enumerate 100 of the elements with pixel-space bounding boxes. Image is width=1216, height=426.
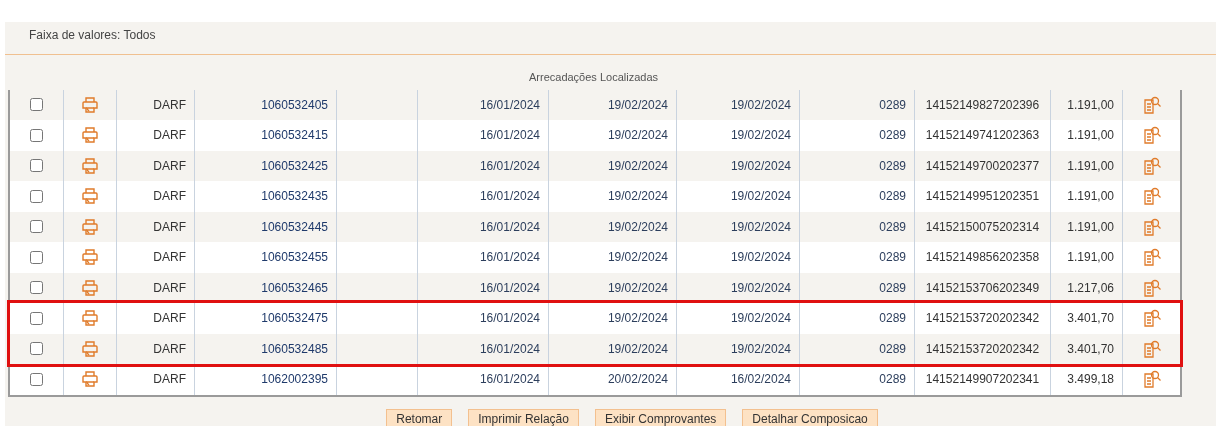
table-cell-text: 1.191,00 — [1067, 249, 1114, 267]
row-checkbox[interactable] — [30, 189, 43, 203]
table-cell-text: 3.401,70 — [1067, 310, 1114, 328]
table-cell-text: 0289 — [879, 218, 906, 236]
document-search-icon[interactable] — [1141, 216, 1162, 237]
table-cell-text: 0289 — [879, 371, 906, 389]
table-cell-text: 3.401,70 — [1067, 340, 1114, 358]
document-search-icon[interactable] — [1141, 94, 1162, 115]
table-cell-text: DARF — [153, 96, 186, 114]
document-search-icon[interactable] — [1141, 338, 1162, 359]
row-checkbox[interactable] — [30, 128, 43, 142]
table-cell-text: 19/02/2024 — [607, 218, 668, 236]
table-cell-text: 16/02/2024 — [730, 371, 791, 389]
table-cell-text: 0289 — [879, 157, 906, 175]
table-cell-text: 16/01/2024 — [479, 279, 540, 297]
filter-summary: Faixa de valores: Todos — [29, 28, 156, 42]
row-checkbox[interactable] — [30, 372, 43, 386]
document-search-icon[interactable] — [1141, 186, 1162, 207]
table-cell-text: 20/02/2024 — [607, 371, 668, 389]
table-cell-text: 19/02/2024 — [607, 340, 668, 358]
table-cell-text: 14152150075202314 — [925, 218, 1040, 236]
table-cell-text: DARF — [153, 157, 186, 175]
table-cell-text: 16/01/2024 — [479, 218, 540, 236]
table-cell-text: 1060532415 — [261, 127, 328, 145]
table-cell-text: DARF — [153, 218, 186, 236]
table-cell-text: 1.191,00 — [1067, 96, 1114, 114]
table-cell-text: 16/01/2024 — [479, 188, 540, 206]
table-title: Arrecadações Localizadas — [529, 70, 658, 85]
action-button[interactable]: Retomar — [386, 408, 453, 426]
table-cell-text: 19/02/2024 — [607, 127, 668, 145]
document-search-icon[interactable] — [1141, 125, 1162, 146]
table-cell-text: 19/02/2024 — [730, 249, 791, 267]
table-cell-text: DARF — [153, 371, 186, 389]
row-checkbox[interactable] — [30, 220, 43, 234]
table-cell-text: 1060532485 — [261, 340, 328, 358]
table-cell-text: DARF — [153, 249, 186, 267]
row-checkbox[interactable] — [30, 281, 43, 295]
table-cell-text: DARF — [153, 279, 186, 297]
table-cell-text: 14152149907202341 — [925, 371, 1040, 389]
table-cell-text: 19/02/2024 — [607, 279, 668, 297]
table-cell-text: DARF — [153, 127, 186, 145]
printer-icon[interactable] — [81, 278, 99, 297]
printer-icon[interactable] — [81, 248, 99, 267]
table-cell-text: 1060532405 — [261, 96, 328, 114]
row-checkbox[interactable] — [30, 311, 43, 325]
table-cell-text: 19/02/2024 — [730, 96, 791, 114]
table-cell-text: 19/02/2024 — [730, 218, 791, 236]
table-cell-text: 19/02/2024 — [730, 188, 791, 206]
table-cell-text: 19/02/2024 — [607, 249, 668, 267]
table-cell-text: 16/01/2024 — [479, 127, 540, 145]
table-cell-text: 1060532435 — [261, 188, 328, 206]
printer-icon[interactable] — [81, 339, 99, 358]
table-cell-text: 14152149700202377 — [925, 157, 1040, 175]
document-search-icon[interactable] — [1141, 369, 1162, 390]
table-cell-text: 16/01/2024 — [479, 157, 540, 175]
table-cell-text: 16/01/2024 — [479, 340, 540, 358]
table-cell-text: 1.191,00 — [1067, 157, 1114, 175]
table-cell-text: 1.191,00 — [1067, 127, 1114, 145]
table-cell-text: 19/02/2024 — [730, 127, 791, 145]
table-cell-text: 19/02/2024 — [730, 310, 791, 328]
table-cell-text: 19/02/2024 — [730, 279, 791, 297]
table-cell-text: 19/02/2024 — [730, 340, 791, 358]
printer-icon[interactable] — [81, 187, 99, 206]
document-search-icon[interactable] — [1141, 247, 1162, 268]
printer-icon[interactable] — [81, 309, 99, 328]
action-button[interactable]: Detalhar Composicao — [742, 408, 878, 426]
table-cell-text: DARF — [153, 310, 186, 328]
table-cell-text: 1060532425 — [261, 157, 328, 175]
table-cell-text: 19/02/2024 — [607, 310, 668, 328]
row-checkbox[interactable] — [30, 98, 43, 112]
printer-icon[interactable] — [81, 95, 99, 114]
row-checkbox[interactable] — [30, 250, 43, 264]
table-cell-text: 16/01/2024 — [479, 310, 540, 328]
table-cell-text: 19/02/2024 — [730, 157, 791, 175]
table-cell-text: 1.191,00 — [1067, 188, 1114, 206]
table-cell-text: 0289 — [879, 249, 906, 267]
table-cell-text: 1.217,06 — [1067, 279, 1114, 297]
action-button[interactable]: Imprimir Relação — [468, 408, 579, 426]
table-cell-text: 0289 — [879, 340, 906, 358]
table-cell-text: 1.191,00 — [1067, 218, 1114, 236]
document-search-icon[interactable] — [1141, 155, 1162, 176]
table-cell-text: 19/02/2024 — [607, 157, 668, 175]
row-checkbox[interactable] — [30, 159, 43, 173]
table-cell-text: 0289 — [879, 188, 906, 206]
table-cell-text: 3.499,18 — [1067, 371, 1114, 389]
table-cell-text: DARF — [153, 188, 186, 206]
action-button[interactable]: Exibir Comprovantes — [594, 408, 727, 426]
printer-icon[interactable] — [81, 126, 99, 145]
table-cell-text: 14152149741202363 — [925, 127, 1040, 145]
printer-icon[interactable] — [81, 156, 99, 175]
printer-icon[interactable] — [81, 370, 99, 389]
document-search-icon[interactable] — [1141, 277, 1162, 298]
table-cell-text: 19/02/2024 — [607, 188, 668, 206]
table-cell-text: 14152153720202342 — [925, 340, 1040, 358]
document-search-icon[interactable] — [1141, 308, 1162, 329]
table-cell-text: 0289 — [879, 127, 906, 145]
table-cell-text: 16/01/2024 — [479, 371, 540, 389]
printer-icon[interactable] — [81, 217, 99, 236]
row-checkbox[interactable] — [30, 342, 43, 356]
table-cell-text: 0289 — [879, 310, 906, 328]
